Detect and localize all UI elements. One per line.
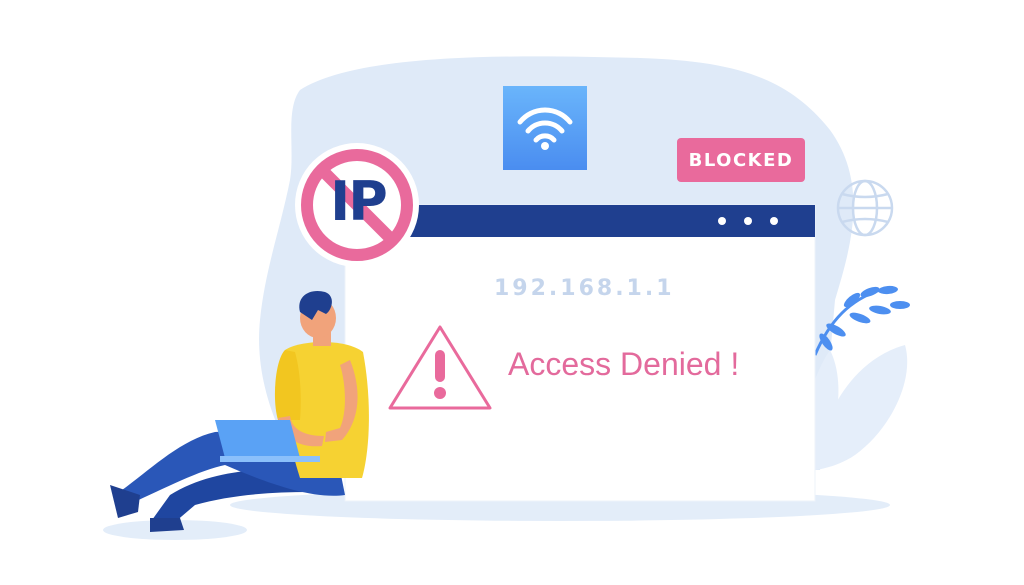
- wifi-tile: [503, 86, 587, 170]
- access-denied-illustration: IP BLOCKED 192.168.1.1 Access Denied !: [0, 0, 1024, 585]
- ip-sign-label: IP: [330, 170, 388, 233]
- blocked-badge: BLOCKED: [677, 138, 805, 182]
- leaf-plant: [807, 345, 908, 470]
- access-denied-message: Access Denied !: [508, 346, 740, 382]
- ip-address-text: 192.168.1.1: [494, 276, 675, 301]
- globe-icon: [836, 179, 894, 237]
